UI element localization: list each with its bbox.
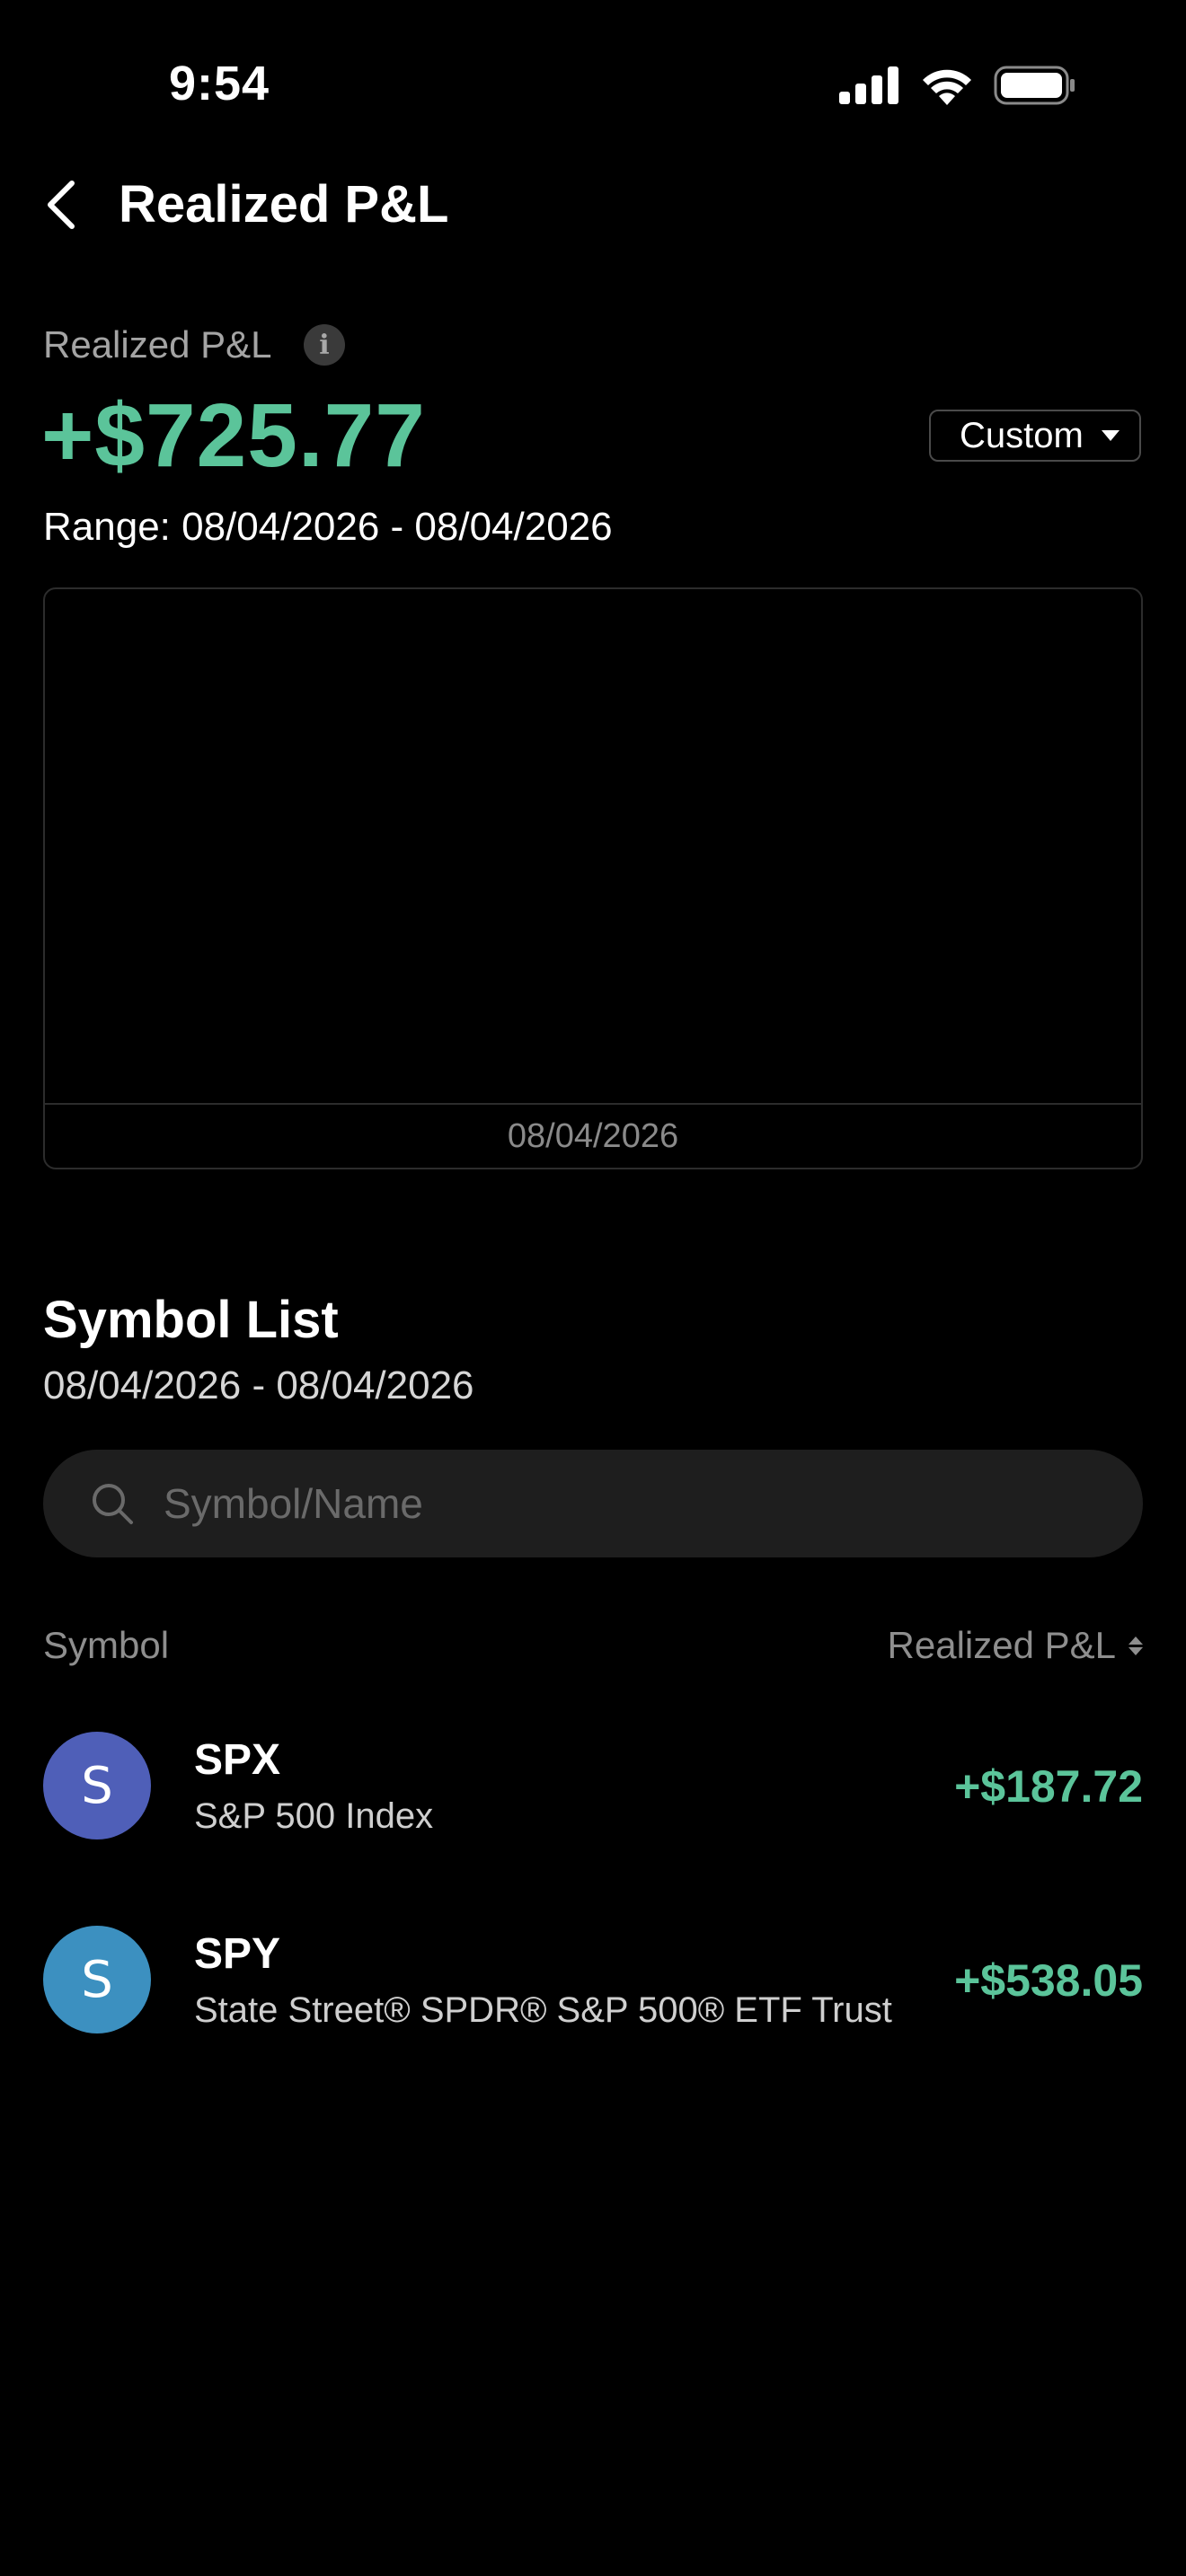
period-select-label: Custom — [960, 415, 1084, 455]
cellular-signal-icon — [839, 66, 898, 104]
symbol-list-title: Symbol List — [43, 1291, 339, 1349]
symbol-row-spy[interactable]: S SPY State Street® SPDR® S&P 500® ETF T… — [43, 1926, 1143, 2033]
row-name: State Street® SPDR® S&P 500® ETF Trust — [194, 1990, 892, 2030]
realized-pnl-label: Realized P&L — [43, 323, 272, 366]
search-icon — [93, 1484, 133, 1524]
back-button[interactable] — [40, 176, 86, 234]
battery-icon — [994, 66, 1075, 105]
avatar: S — [43, 1732, 151, 1839]
status-time: 9:54 — [169, 57, 270, 110]
avatar: S — [43, 1926, 151, 2033]
search-input[interactable] — [162, 1478, 974, 1529]
pnl-chart: 08/04/2026 — [43, 587, 1143, 1169]
row-symbol: SPY — [194, 1930, 281, 1978]
search-field[interactable] — [43, 1450, 1143, 1557]
caret-down-icon — [1101, 430, 1120, 441]
info-icon[interactable]: i — [304, 324, 345, 366]
sort-icon — [1128, 1636, 1143, 1655]
column-header-symbol: Symbol — [43, 1624, 170, 1666]
row-name: S&P 500 Index — [194, 1796, 434, 1836]
column-header-pnl-sort[interactable]: Realized P&L — [888, 1624, 1143, 1667]
row-pnl: +$187.72 — [954, 1761, 1143, 1812]
symbol-row-spx[interactable]: S SPX S&P 500 Index +$187.72 — [43, 1732, 1143, 1839]
row-symbol: SPX — [194, 1736, 281, 1784]
period-select[interactable]: Custom — [929, 410, 1141, 462]
realized-pnl-value: +$725.77 — [41, 385, 426, 486]
range-text: Range: 08/04/2026 - 08/04/2026 — [43, 505, 613, 549]
chevron-left-icon — [48, 181, 75, 229]
status-icons — [839, 63, 1076, 108]
column-header-pnl-label: Realized P&L — [887, 1624, 1116, 1666]
symbol-list-range: 08/04/2026 - 08/04/2026 — [43, 1363, 474, 1407]
wifi-icon — [923, 69, 971, 105]
row-pnl: +$538.05 — [954, 1955, 1143, 2006]
chart-x-axis — [45, 1103, 1141, 1105]
chart-x-label: 08/04/2026 — [507, 1117, 679, 1155]
page-title: Realized P&L — [119, 175, 449, 234]
